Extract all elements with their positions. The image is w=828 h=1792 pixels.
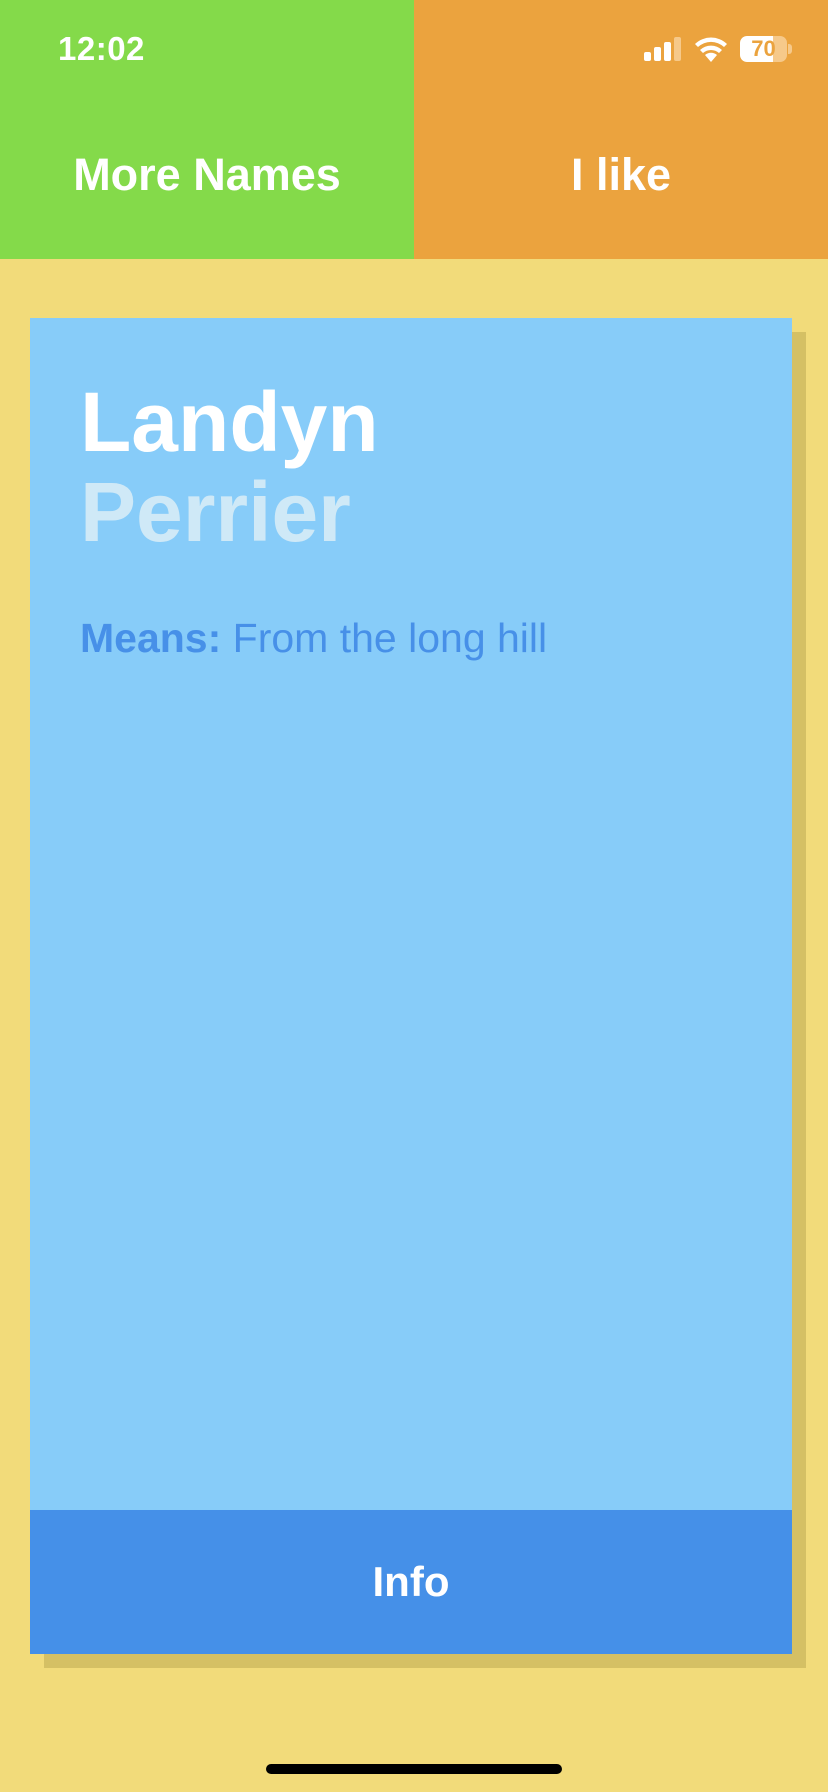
home-indicator[interactable] xyxy=(266,1764,562,1774)
status-icons: 70 xyxy=(644,32,792,66)
cellular-signal-icon xyxy=(644,37,681,61)
battery-icon: 70 xyxy=(740,35,792,63)
wifi-icon xyxy=(695,37,727,62)
battery-level: 70 xyxy=(751,36,776,61)
status-time: 12:02 xyxy=(58,30,145,67)
name-card[interactable]: Landyn Perrier Means: From the long hill… xyxy=(30,318,792,1654)
first-name: Landyn xyxy=(80,375,379,469)
meaning-text: From the long hill xyxy=(232,615,548,661)
last-name: Perrier xyxy=(80,465,351,559)
info-button[interactable]: Info xyxy=(30,1510,792,1654)
more-names-button[interactable]: More Names xyxy=(0,130,414,220)
name-meaning: Means: From the long hill xyxy=(80,614,547,663)
i-like-button[interactable]: I like xyxy=(414,130,828,220)
meaning-label: Means: xyxy=(80,615,222,661)
